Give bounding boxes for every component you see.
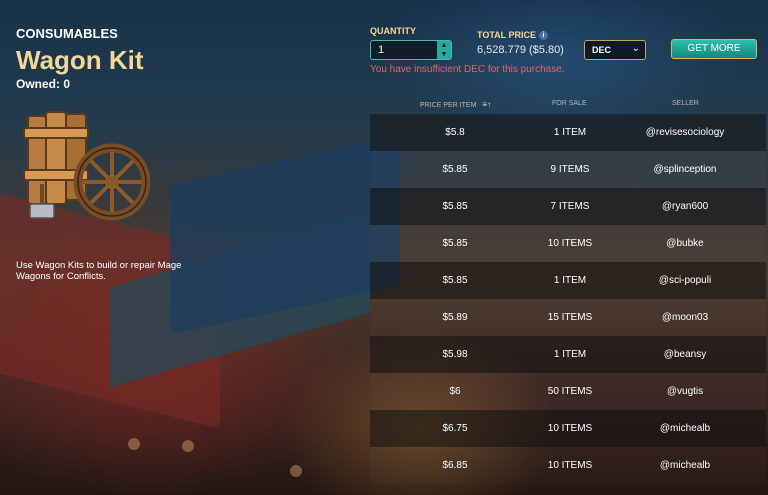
row-seller: @sci-populi: [658, 275, 712, 286]
total-price-label-text: TOTAL PRICE: [477, 30, 537, 40]
row-for-sale: 1 ITEM: [553, 127, 587, 138]
background-lantern: [128, 438, 140, 450]
row-seller: @bubke: [666, 238, 704, 249]
row-price: $6.75: [442, 423, 468, 434]
owned-count: Owned: 0: [16, 77, 71, 91]
row-price: $5.85: [442, 238, 468, 249]
row-price: $5.8: [445, 127, 465, 138]
table-row[interactable]: $5.98 1 ITEM @beansy: [370, 336, 766, 373]
table-row[interactable]: $5.8 1 ITEM @revisesociology: [370, 114, 766, 151]
quantity-label: QUANTITY: [370, 26, 416, 36]
row-price: $5.85: [442, 275, 468, 286]
insufficient-funds-error: You have insufficient DEC for this purch…: [370, 64, 565, 75]
sort-icon[interactable]: ≡↑: [482, 100, 491, 109]
table-row[interactable]: $5.85 1 ITEM @sci-populi: [370, 262, 766, 299]
info-icon[interactable]: i: [539, 31, 549, 40]
total-price-value: 6,528.779 ($5.80): [477, 44, 564, 56]
row-for-sale: 7 ITEMS: [550, 201, 590, 212]
row-seller: @revisesociology: [645, 127, 725, 138]
chevron-up-icon[interactable]: ▲: [437, 41, 451, 50]
quantity-stepper[interactable]: 1 ▲ ▼: [370, 40, 452, 60]
currency-select-value: DEC: [592, 45, 612, 55]
row-seller: @michealb: [659, 423, 711, 434]
row-for-sale: 9 ITEMS: [550, 164, 590, 175]
table-row[interactable]: $5.89 15 ITEMS @moon03: [370, 299, 766, 336]
row-price: $5.89: [442, 312, 468, 323]
quantity-input[interactable]: 1: [378, 44, 384, 56]
row-for-sale: 50 ITEMS: [547, 386, 593, 397]
item-description: Use Wagon Kits to build or repair Mage W…: [16, 260, 182, 282]
total-price-label: TOTAL PRICE i: [477, 30, 549, 40]
row-for-sale: 1 ITEM: [553, 349, 587, 360]
price-column-header[interactable]: PRICE PER ITEM ≡↑: [420, 100, 491, 109]
row-for-sale: 10 ITEMS: [547, 238, 593, 249]
row-price: $5.85: [442, 201, 468, 212]
table-row[interactable]: $5.85 10 ITEMS @bubke: [370, 225, 766, 262]
row-seller: @michealb: [659, 460, 711, 471]
row-for-sale: 10 ITEMS: [547, 460, 593, 471]
row-seller: @moon03: [661, 312, 709, 323]
seller-column-header: SELLER: [672, 100, 699, 107]
row-seller: @beansy: [663, 349, 707, 360]
background-tent-teal: [110, 212, 370, 388]
for-sale-column-header: FOR SALE: [552, 100, 587, 107]
row-seller: @vugtis: [666, 386, 704, 397]
table-row[interactable]: $6.85 10 ITEMS @michealb: [370, 447, 766, 484]
row-price: $6.85: [442, 460, 468, 471]
item-title: Wagon Kit: [16, 45, 144, 75]
listings-table: $5.8 1 ITEM @revisesociology $5.85 9 ITE…: [370, 114, 766, 484]
table-row[interactable]: $5.85 9 ITEMS @splinception: [370, 151, 766, 188]
chevron-down-icon[interactable]: ▼: [437, 50, 451, 59]
table-row[interactable]: $5.85 7 ITEMS @ryan600: [370, 188, 766, 225]
background-tent-blue: [170, 135, 400, 335]
item-info-panel: CONSUMABLES Wagon Kit Owned: 0: [16, 26, 206, 91]
get-more-button[interactable]: GET MORE: [671, 39, 757, 59]
row-seller: @splinception: [653, 164, 717, 175]
background-lantern: [182, 440, 194, 452]
row-price: $6: [449, 386, 461, 397]
wheel-icon: [73, 143, 150, 221]
row-price: $5.98: [442, 349, 468, 360]
table-row[interactable]: $6 50 ITEMS @vugtis: [370, 373, 766, 410]
row-seller: @ryan600: [661, 201, 709, 212]
currency-select[interactable]: DEC ⌄: [584, 40, 646, 60]
item-category: CONSUMABLES: [16, 26, 118, 41]
chevron-down-icon: ⌄: [631, 43, 640, 54]
table-row[interactable]: $6.75 10 ITEMS @michealb: [370, 410, 766, 447]
row-for-sale: 10 ITEMS: [547, 423, 593, 434]
background-lantern: [290, 465, 302, 477]
row-price: $5.85: [442, 164, 468, 175]
price-column-header-label: PRICE PER ITEM: [420, 102, 477, 109]
listings-table-header: PRICE PER ITEM ≡↑ FOR SALE SELLER: [370, 100, 766, 112]
stepper-buttons[interactable]: ▲ ▼: [437, 41, 451, 59]
wagon-kit-image: [23, 111, 150, 221]
row-for-sale: 15 ITEMS: [547, 312, 593, 323]
row-for-sale: 1 ITEM: [553, 275, 587, 286]
